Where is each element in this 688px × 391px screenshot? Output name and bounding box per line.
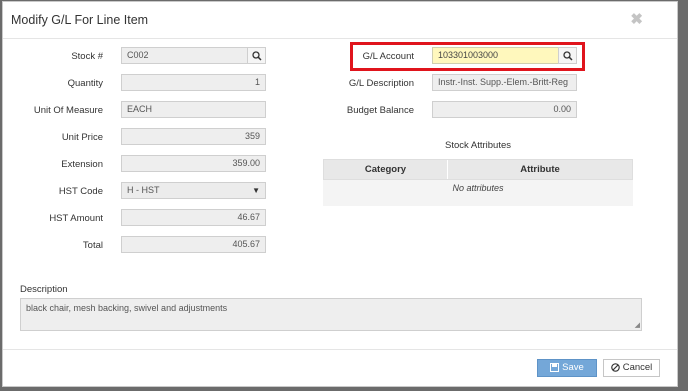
total-input[interactable]: 405.67 (121, 236, 266, 253)
hst-code-select[interactable]: H - HST ▼ (121, 182, 266, 199)
hst-code-label: HST Code (58, 186, 103, 197)
attributes-empty-message: No attributes (323, 180, 633, 206)
stock-attributes-title: Stock Attributes (444, 140, 511, 151)
gl-description-label: G/L Description (348, 78, 414, 89)
resize-handle-icon[interactable]: ◢ (635, 321, 640, 329)
cancel-button-label: Cancel (622, 362, 653, 373)
search-icon (252, 51, 262, 61)
stock-search-button[interactable] (247, 47, 266, 64)
stock-attributes-table: Category Attribute No attributes (323, 159, 633, 206)
gl-account-label: G/L Account (362, 51, 414, 62)
search-icon (563, 51, 573, 61)
attributes-header-row: Category Attribute (323, 159, 633, 180)
quantity-input[interactable]: 1 (121, 74, 266, 91)
column-header-category[interactable]: Category (324, 160, 448, 179)
save-button[interactable]: Save (537, 359, 597, 377)
extension-input[interactable]: 359.00 (121, 155, 266, 172)
save-icon (550, 362, 560, 372)
budget-balance-input[interactable]: 0.00 (432, 101, 577, 118)
gl-account-input[interactable]: 103301003000 (432, 47, 560, 64)
unit-price-label: Unit Price (61, 132, 103, 143)
hst-amount-input[interactable]: 46.67 (121, 209, 266, 226)
save-button-label: Save (562, 362, 584, 373)
dialog-header: Modify G/L For Line Item ✖ (3, 2, 677, 39)
description-textarea[interactable]: black chair, mesh backing, swivel and ad… (20, 298, 642, 331)
hst-amount-label: HST Amount (49, 213, 103, 224)
budget-balance-label: Budget Balance (346, 105, 414, 116)
description-label: Description (20, 284, 68, 295)
quantity-label: Quantity (67, 78, 103, 89)
total-label: Total (82, 240, 103, 251)
unit-price-input[interactable]: 359 (121, 128, 266, 145)
cancel-icon (610, 363, 620, 372)
uom-input[interactable]: EACH (121, 101, 266, 118)
description-text: black chair, mesh backing, swivel and ad… (26, 303, 228, 313)
dialog-title: Modify G/L For Line Item (11, 13, 149, 27)
gl-account-search-button[interactable] (558, 47, 577, 64)
modify-gl-dialog: Modify G/L For Line Item ✖ Stock # C002 … (2, 1, 678, 387)
stock-label: Stock # (71, 51, 103, 62)
stock-input[interactable]: C002 (121, 47, 249, 64)
column-header-attribute[interactable]: Attribute (448, 160, 632, 179)
close-icon[interactable]: ✖ (630, 10, 643, 28)
extension-label: Extension (61, 159, 103, 170)
hst-code-value: H - HST (127, 185, 160, 195)
cancel-button[interactable]: Cancel (603, 359, 660, 377)
gl-description-input[interactable]: Instr.-Inst. Supp.-Elem.-Britt-Reg (432, 74, 577, 91)
caret-down-icon: ▼ (252, 186, 260, 195)
uom-label: Unit Of Measure (33, 105, 103, 116)
